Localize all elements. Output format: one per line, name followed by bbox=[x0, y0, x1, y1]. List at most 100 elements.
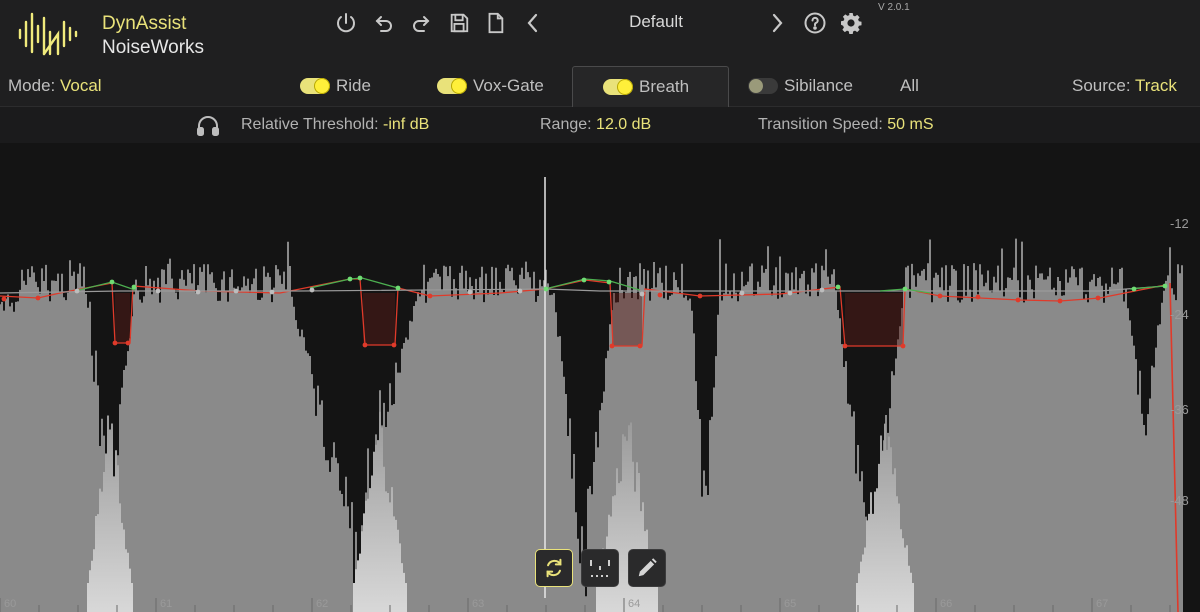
db-label-12: -12 bbox=[1170, 216, 1189, 231]
parameter-bar: Relative Threshold: -inf dB Range: 12.0 … bbox=[0, 107, 1200, 143]
help-button[interactable] bbox=[800, 8, 830, 38]
relative-threshold-control[interactable]: Relative Threshold: -inf dB bbox=[241, 116, 429, 134]
tab-all[interactable]: All bbox=[900, 76, 919, 96]
gain-node[interactable] bbox=[347, 276, 353, 282]
gain-node[interactable] bbox=[233, 288, 239, 294]
waveform-view[interactable]: -12 -24 -36 -48 bbox=[0, 143, 1200, 612]
transition-speed-control[interactable]: Transition Speed: 50 mS bbox=[758, 116, 934, 134]
redo-icon bbox=[413, 16, 430, 32]
refresh-icon bbox=[546, 558, 562, 578]
gain-node[interactable] bbox=[269, 289, 275, 295]
mode-selector[interactable]: Mode: Vocal bbox=[8, 76, 102, 96]
settings-button[interactable] bbox=[836, 8, 866, 38]
gain-node[interactable] bbox=[609, 343, 615, 349]
gain-node[interactable] bbox=[155, 288, 161, 294]
gain-node[interactable] bbox=[112, 340, 118, 346]
range-value: 12.0 dB bbox=[596, 116, 652, 133]
source-label: Source: bbox=[1072, 76, 1131, 95]
redo-button[interactable] bbox=[406, 8, 436, 38]
version-label: V 2.0.1 bbox=[878, 2, 910, 13]
headphones-icon[interactable] bbox=[196, 114, 220, 136]
chevron-right-icon bbox=[772, 13, 783, 33]
gain-node[interactable] bbox=[395, 285, 401, 291]
range-control[interactable]: Range: 12.0 dB bbox=[540, 116, 651, 134]
tab-breath[interactable]: Breath bbox=[572, 66, 729, 108]
brand-title: DynAssist bbox=[102, 13, 187, 34]
help-icon bbox=[804, 12, 826, 34]
gain-node[interactable] bbox=[427, 293, 433, 299]
tab-ride[interactable]: Ride bbox=[300, 75, 371, 97]
next-preset-button[interactable] bbox=[762, 8, 792, 38]
power-button[interactable] bbox=[331, 8, 361, 38]
gain-node[interactable] bbox=[739, 290, 745, 296]
draw-button[interactable] bbox=[628, 549, 666, 587]
gain-node[interactable] bbox=[125, 340, 131, 346]
gain-node[interactable] bbox=[1095, 295, 1101, 301]
gain-node[interactable] bbox=[35, 295, 41, 301]
db-label-48: -48 bbox=[1170, 493, 1189, 508]
gain-node[interactable] bbox=[657, 292, 663, 298]
tab-breath-inner[interactable]: Breath bbox=[603, 76, 689, 98]
pencil-icon bbox=[638, 558, 657, 577]
selection-button[interactable] bbox=[581, 549, 619, 587]
gain-node[interactable] bbox=[357, 275, 363, 281]
brand: DynAssist NoiseWorks bbox=[102, 12, 204, 60]
timeline-ruler[interactable] bbox=[0, 596, 1200, 612]
undo-icon bbox=[375, 16, 392, 32]
gain-node[interactable] bbox=[74, 288, 80, 294]
relative-threshold-value: -inf dB bbox=[383, 116, 430, 133]
gain-node[interactable] bbox=[131, 284, 137, 290]
gain-node[interactable] bbox=[467, 289, 473, 295]
gain-node[interactable] bbox=[606, 279, 612, 285]
gain-node[interactable] bbox=[309, 287, 315, 293]
gain-node[interactable] bbox=[639, 291, 645, 297]
source-selector[interactable]: Source: Track bbox=[1072, 76, 1177, 96]
gain-node[interactable] bbox=[109, 279, 115, 285]
range-label: Range: bbox=[540, 116, 592, 133]
previous-preset-button[interactable] bbox=[518, 8, 548, 38]
gain-node[interactable] bbox=[787, 290, 793, 296]
tab-sibilance-label: Sibilance bbox=[784, 76, 853, 95]
relative-threshold-label: Relative Threshold: bbox=[241, 116, 379, 133]
gain-node[interactable] bbox=[1162, 283, 1168, 289]
source-value: Track bbox=[1135, 76, 1177, 95]
waveform-canvas[interactable] bbox=[0, 143, 1200, 612]
gain-node[interactable] bbox=[1015, 297, 1021, 303]
new-file-icon bbox=[488, 12, 504, 34]
gain-node[interactable] bbox=[902, 286, 908, 292]
gain-node[interactable] bbox=[819, 287, 825, 293]
gain-node[interactable] bbox=[842, 343, 848, 349]
undo-button[interactable] bbox=[369, 8, 399, 38]
gain-node[interactable] bbox=[581, 277, 587, 283]
new-preset-button[interactable] bbox=[480, 8, 510, 38]
chevron-left-icon bbox=[527, 13, 538, 33]
vox-gate-toggle[interactable] bbox=[437, 78, 467, 94]
preset-name[interactable]: Default bbox=[600, 12, 712, 32]
gain-node[interactable] bbox=[937, 293, 943, 299]
gain-node[interactable] bbox=[697, 293, 703, 299]
gain-node[interactable] bbox=[362, 342, 368, 348]
gain-node[interactable] bbox=[900, 343, 906, 349]
transition-speed-label: Transition Speed: bbox=[758, 116, 883, 133]
gain-node[interactable] bbox=[835, 284, 841, 290]
gain-node[interactable] bbox=[975, 294, 981, 300]
save-icon bbox=[450, 13, 469, 33]
mode-label: Mode: bbox=[8, 76, 56, 95]
sibilance-toggle[interactable] bbox=[748, 78, 778, 94]
gain-node[interactable] bbox=[1131, 286, 1137, 292]
tab-vox-gate[interactable]: Vox-Gate bbox=[437, 75, 544, 97]
tab-ride-label: Ride bbox=[336, 76, 371, 95]
gain-node[interactable] bbox=[391, 342, 397, 348]
gain-node[interactable] bbox=[195, 289, 201, 295]
header: DynAssist NoiseWorks Default V 2.0.1 bbox=[0, 0, 1200, 66]
gain-node[interactable] bbox=[543, 286, 549, 292]
gain-node[interactable] bbox=[517, 288, 523, 294]
loop-button[interactable] bbox=[535, 549, 573, 587]
gain-node[interactable] bbox=[637, 343, 643, 349]
tab-sibilance[interactable]: Sibilance bbox=[748, 75, 853, 97]
breath-toggle[interactable] bbox=[603, 79, 633, 95]
gain-node[interactable] bbox=[1057, 298, 1063, 304]
gain-node[interactable] bbox=[1, 296, 7, 302]
save-button[interactable] bbox=[444, 8, 474, 38]
ride-toggle[interactable] bbox=[300, 78, 330, 94]
